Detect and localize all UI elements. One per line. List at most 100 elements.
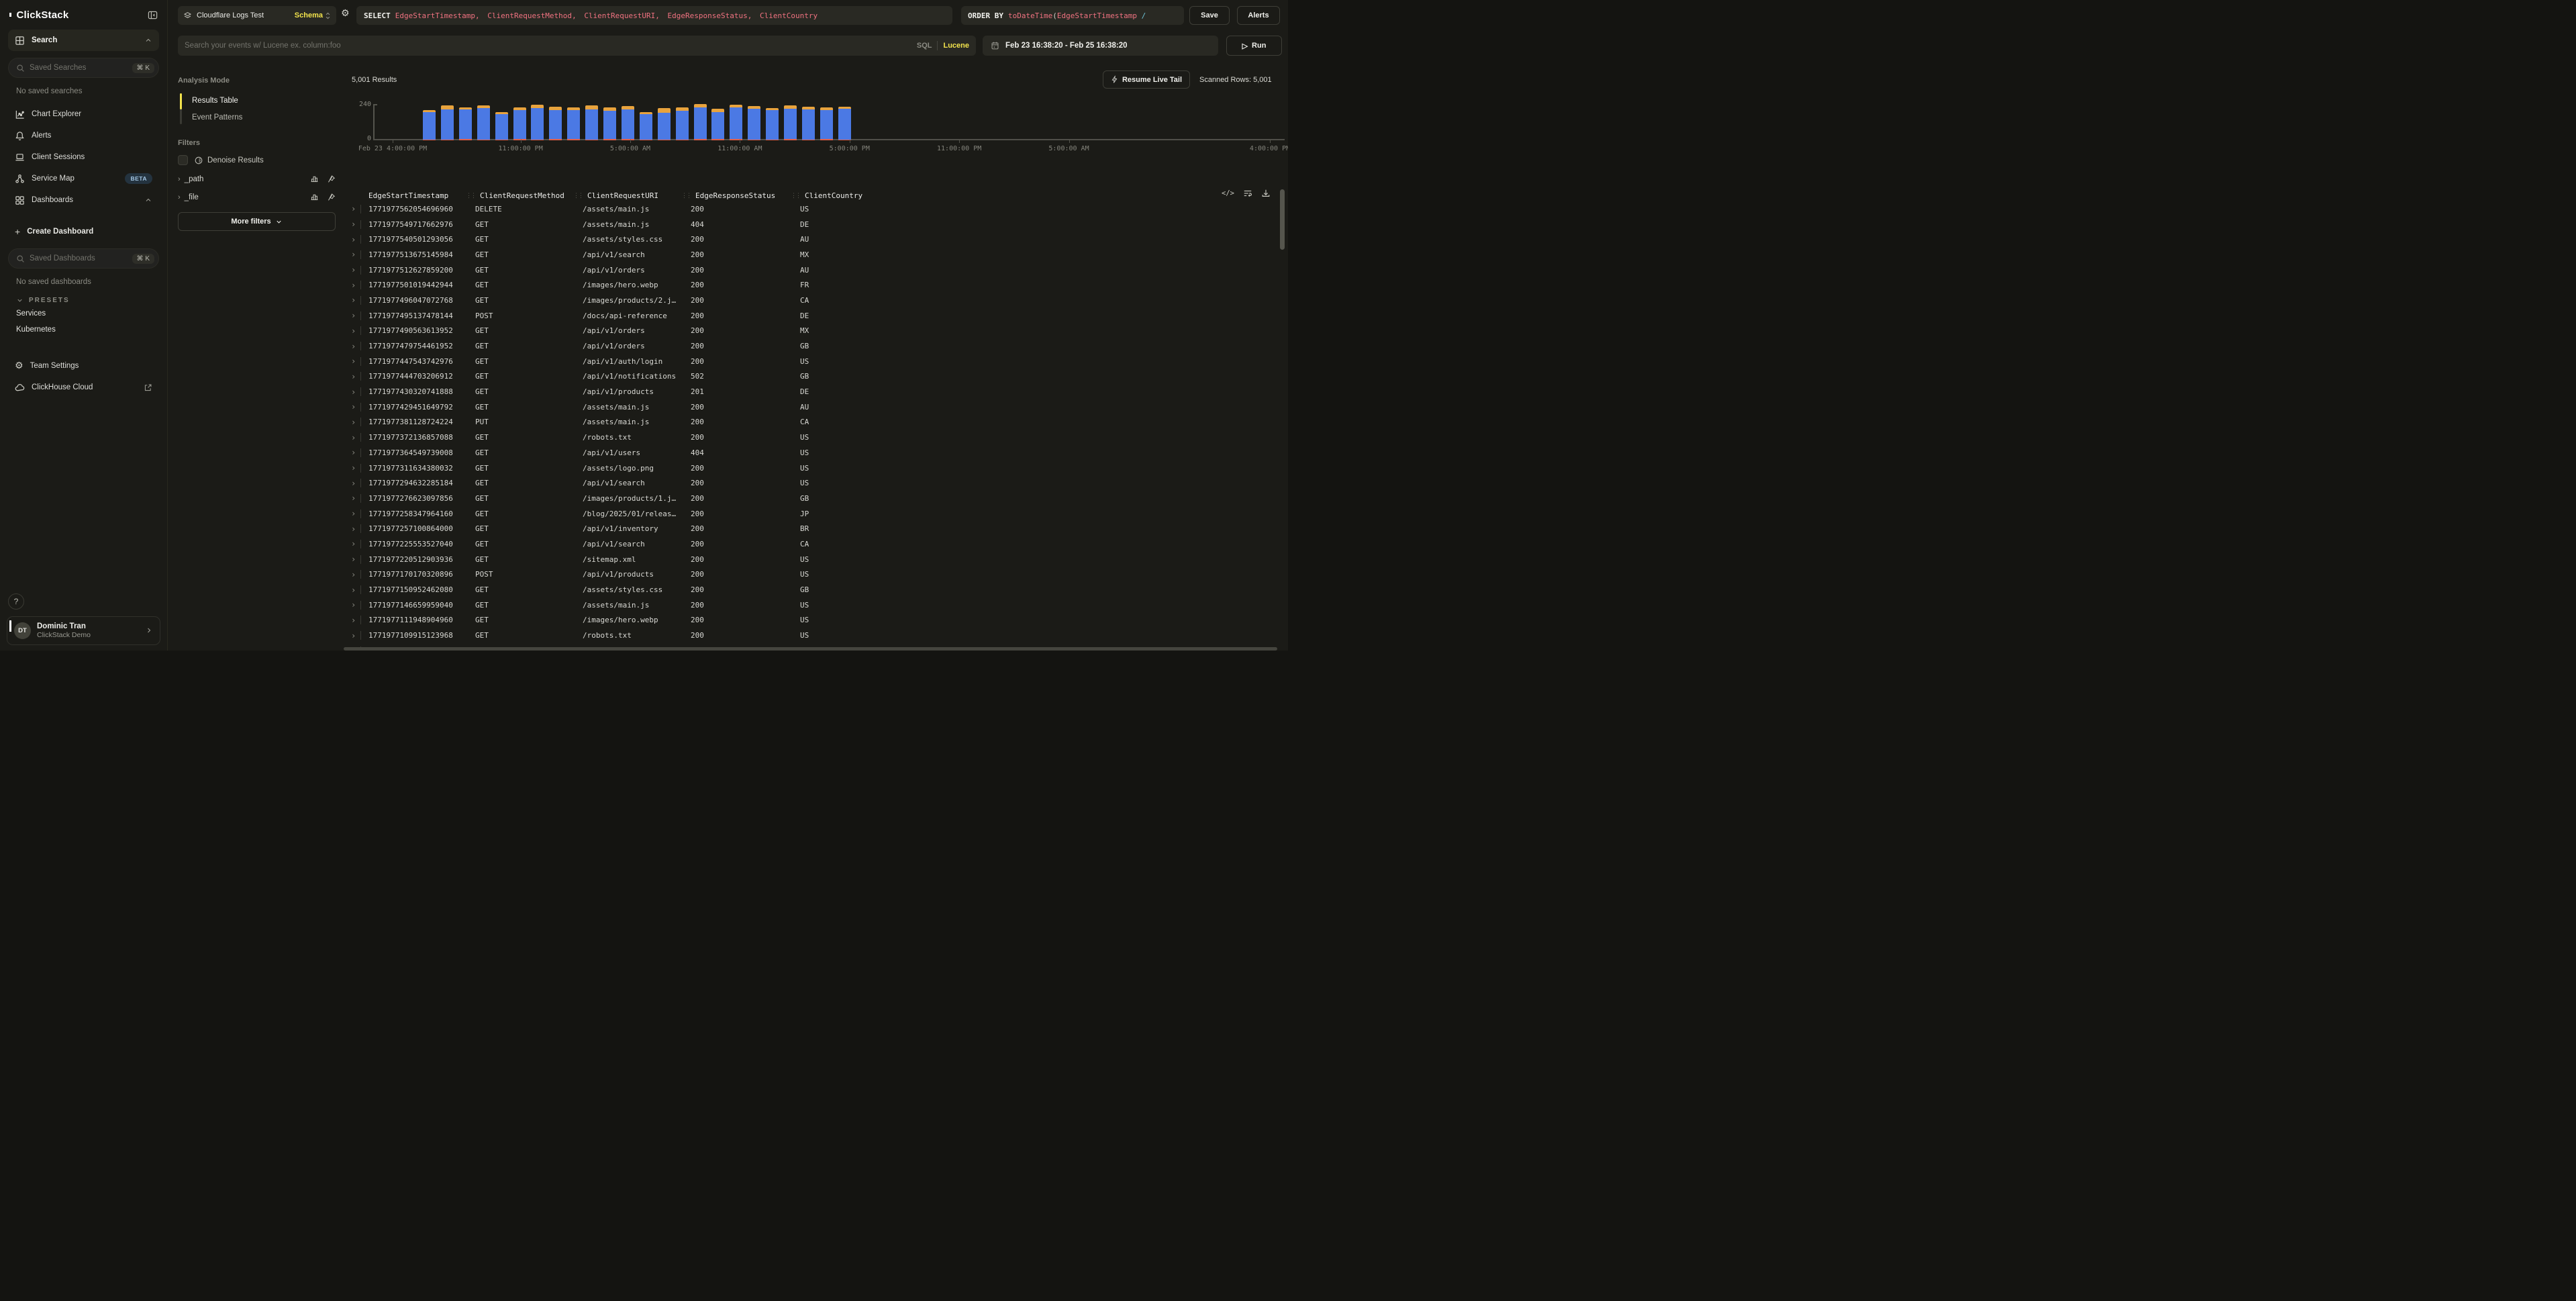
row-expand-icon[interactable]: › — [351, 220, 368, 229]
row-expand-icon[interactable]: › — [351, 387, 368, 397]
preset-services[interactable]: Services — [8, 305, 159, 322]
vertical-scrollbar[interactable] — [1280, 189, 1285, 250]
time-range-picker[interactable]: Feb 23 16:38:20 - Feb 25 16:38:20 — [983, 36, 1218, 56]
field-pin-icon[interactable] — [327, 175, 336, 183]
horizontal-scrollbar[interactable] — [344, 647, 1277, 650]
row-expand-icon[interactable]: › — [351, 493, 368, 503]
field-pin-icon[interactable] — [327, 193, 336, 201]
row-expand-icon[interactable]: › — [351, 265, 368, 275]
column-drag-handle[interactable]: ⋮⋮ — [466, 193, 475, 199]
table-row[interactable]: ›1771977372136857088GET/robots.txt200US — [342, 430, 1288, 445]
table-row[interactable]: ›1771977479754461952GET/api/v1/orders200… — [342, 338, 1288, 354]
events-histogram[interactable]: 240 0 Feb 23 4:00:00 PM11:00:00 PM5:00:0… — [348, 97, 1286, 159]
saved-dashboards-input[interactable] — [30, 254, 128, 262]
sidebar-item-alerts[interactable]: Alerts — [8, 125, 159, 146]
code-view-icon[interactable]: </> — [1222, 189, 1234, 197]
table-row[interactable]: ›1771977364549739008GET/api/v1/users404U… — [342, 445, 1288, 461]
mode-event-patterns[interactable]: Event Patterns — [187, 109, 336, 126]
row-expand-icon[interactable]: › — [351, 631, 368, 640]
presets-toggle[interactable]: PRESETS — [8, 289, 159, 305]
filter-field-path[interactable]: › _path — [178, 175, 336, 183]
field-chart-icon[interactable] — [310, 193, 319, 201]
more-filters-button[interactable]: More filters — [178, 212, 336, 231]
table-row[interactable]: ›1771977111948904960GET/images/hero.webp… — [342, 613, 1288, 628]
row-expand-icon[interactable]: › — [351, 326, 368, 336]
table-row[interactable]: ›1771977549717662976GET/assets/main.js40… — [342, 217, 1288, 232]
table-row[interactable]: ›1771977430320741888GET/api/v1/products2… — [342, 384, 1288, 399]
sidebar-item-chart-explorer[interactable]: Chart Explorer — [8, 103, 159, 125]
event-search-bar[interactable]: SQL Lucene — [178, 36, 976, 56]
table-row[interactable]: ›1771977381128724224PUT/assets/main.js20… — [342, 415, 1288, 430]
column-header[interactable]: EdgeStartTimestamp — [368, 191, 475, 200]
sidebar-item-clickhouse-cloud[interactable]: ClickHouse Cloud — [8, 377, 159, 398]
table-row[interactable]: ›1771977258347964160GET/blog/2025/01/rel… — [342, 506, 1288, 522]
row-expand-icon[interactable]: › — [351, 204, 368, 213]
run-button[interactable]: ▷ Run — [1226, 36, 1282, 56]
column-header[interactable]: ⋮⋮ClientRequestURI — [583, 191, 691, 200]
table-row[interactable]: ›1771977490563613952GET/api/v1/orders200… — [342, 324, 1288, 339]
row-expand-icon[interactable]: › — [351, 402, 368, 412]
lucene-toggle[interactable]: Lucene — [943, 42, 969, 50]
source-settings-gear-icon[interactable]: ⚙ — [341, 9, 350, 18]
row-expand-icon[interactable]: › — [351, 281, 368, 290]
table-row[interactable]: ›1771977513675145984GET/api/v1/search200… — [342, 247, 1288, 262]
row-expand-icon[interactable]: › — [351, 448, 368, 457]
schema-selector[interactable]: Schema — [295, 11, 331, 20]
row-expand-icon[interactable]: › — [351, 570, 368, 579]
row-expand-icon[interactable]: › — [351, 433, 368, 442]
sidebar-item-service-map[interactable]: Service Map BETA — [8, 168, 159, 189]
table-row[interactable]: ›1771977276623097856GET/images/products/… — [342, 491, 1288, 506]
search-input[interactable] — [185, 42, 917, 50]
row-expand-icon[interactable]: › — [351, 600, 368, 610]
column-drag-handle[interactable]: ⋮⋮ — [791, 193, 800, 199]
mode-results-table[interactable]: Results Table — [187, 92, 336, 109]
preset-kubernetes[interactable]: Kubernetes — [8, 322, 159, 338]
table-row[interactable]: ›1771977447543742976GET/api/v1/auth/logi… — [342, 354, 1288, 369]
row-expand-icon[interactable]: › — [351, 479, 368, 488]
sidebar-item-dashboards[interactable]: Dashboards — [8, 189, 159, 211]
table-row[interactable]: ›1771977220512903936GET/sitemap.xml200US — [342, 552, 1288, 567]
row-expand-icon[interactable]: › — [351, 463, 368, 473]
table-row[interactable]: ›1771977444703206912GET/api/v1/notificat… — [342, 369, 1288, 385]
table-row[interactable]: ›1771977170170320896POST/api/v1/products… — [342, 567, 1288, 583]
saved-searches-input[interactable] — [30, 64, 128, 72]
sidebar-item-team-settings[interactable]: ⚙ Team Settings — [8, 355, 159, 377]
chevron-right-icon[interactable]: › — [178, 175, 181, 183]
table-row[interactable]: ›1771977109915123968GET/robots.txt200US — [342, 628, 1288, 643]
save-button[interactable]: Save — [1189, 6, 1230, 25]
column-drag-handle[interactable]: ⋮⋮ — [573, 193, 583, 199]
row-expand-icon[interactable]: › — [351, 250, 368, 259]
table-row[interactable]: ›1771977512627859200GET/api/v1/orders200… — [342, 262, 1288, 278]
alerts-button[interactable]: Alerts — [1237, 6, 1280, 25]
row-expand-icon[interactable]: › — [351, 342, 368, 351]
row-expand-icon[interactable]: › — [351, 372, 368, 381]
table-row[interactable]: ›1771977562054696960DELETE/assets/main.j… — [342, 201, 1288, 217]
select-columns-editor[interactable]: SELECT EdgeStartTimestamp, ClientRequest… — [356, 6, 952, 25]
resume-live-tail-button[interactable]: Resume Live Tail — [1103, 70, 1190, 89]
row-expand-icon[interactable]: › — [351, 539, 368, 548]
row-expand-icon[interactable]: › — [351, 356, 368, 366]
row-expand-icon[interactable]: › — [351, 509, 368, 518]
user-menu[interactable]: DT Dominic Tran ClickStack Demo — [7, 616, 160, 646]
column-header[interactable]: ⋮⋮ClientCountry — [800, 191, 860, 200]
table-row[interactable]: ›1771977429451649792GET/assets/main.js20… — [342, 399, 1288, 415]
saved-dashboards-search[interactable]: ⌘ K — [8, 248, 159, 269]
wrap-lines-icon[interactable] — [1243, 189, 1252, 198]
filter-field-file[interactable]: › _file — [178, 193, 336, 201]
table-row[interactable]: ›1771977146659959040GET/assets/main.js20… — [342, 597, 1288, 613]
row-expand-icon[interactable]: › — [351, 524, 368, 534]
sidebar-item-client-sessions[interactable]: Client Sessions — [8, 146, 159, 168]
table-row[interactable]: ›1771977496047072768GET/images/products/… — [342, 293, 1288, 308]
table-row[interactable]: ›1771977495137478144POST/docs/api-refere… — [342, 308, 1288, 324]
row-expand-icon[interactable]: › — [351, 235, 368, 244]
table-row[interactable]: ›1771977311634380032GET/assets/logo.png2… — [342, 461, 1288, 476]
denoise-checkbox[interactable] — [178, 155, 188, 165]
table-row[interactable]: ›1771977294632285184GET/api/v1/search200… — [342, 475, 1288, 491]
saved-searches-search[interactable]: ⌘ K — [8, 58, 159, 78]
column-header[interactable]: ⋮⋮ClientRequestMethod — [475, 191, 583, 200]
row-expand-icon[interactable]: › — [351, 585, 368, 595]
column-drag-handle[interactable]: ⋮⋮ — [681, 193, 691, 199]
row-expand-icon[interactable]: › — [351, 418, 368, 427]
table-row[interactable]: ›1771977501019442944GET/images/hero.webp… — [342, 277, 1288, 293]
data-source-selector[interactable]: Cloudflare Logs Test Schema — [178, 6, 336, 25]
